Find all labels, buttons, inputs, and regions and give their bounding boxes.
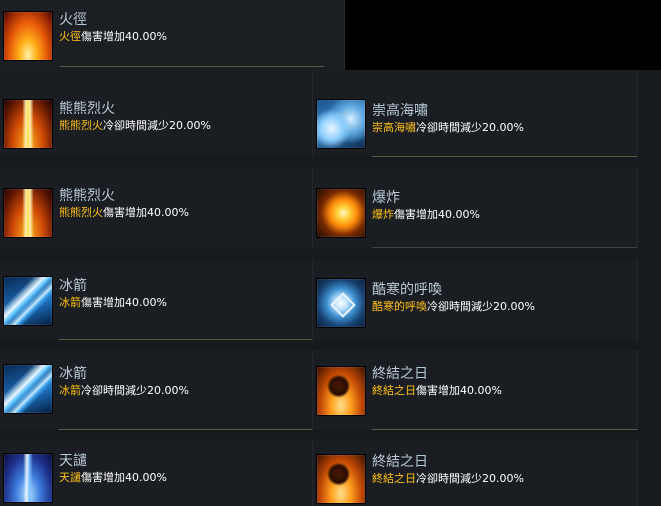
skill-card: 熊熊烈火 熊熊烈火傷害增加40.00% — [0, 168, 313, 248]
separator — [60, 66, 324, 67]
separator — [59, 339, 312, 340]
skill-card-fire-path: 火徑 火徑傷害增加40.00% — [0, 0, 345, 71]
skill-title: 酷寒的呼喚 — [372, 282, 442, 298]
skill-card: 崇高海嘯 崇高海嘯冷卻時間減少20.00% — [313, 70, 638, 157]
skill-card: 熊熊烈火 熊熊烈火冷卻時間減少20.00% — [0, 70, 313, 156]
effect-text: 傷害增加40.00% — [81, 296, 167, 309]
effect-text: 冷卻時間減少20.00% — [416, 121, 524, 134]
explosion-icon — [316, 188, 366, 238]
skill-card: 終結之日 終結之日傷害增加40.00% — [313, 350, 638, 430]
skill-name-highlight: 爆炸 — [372, 208, 394, 221]
heavens-wrath-icon — [3, 453, 53, 503]
skill-name-highlight: 熊熊烈火 — [59, 206, 103, 219]
effect-text: 冷卻時間減少20.00% — [103, 119, 211, 132]
skill-effect: 天譴傷害增加40.00% — [59, 471, 167, 485]
skill-name-highlight: 終結之日 — [372, 384, 416, 397]
skill-card: 天譴 天譴傷害增加40.00% — [0, 440, 313, 506]
snowflake-mark — [330, 292, 356, 318]
skill-effect: 爆炸傷害增加40.00% — [372, 208, 480, 222]
blazing-fire-icon — [3, 188, 53, 238]
effect-text: 傷害增加40.00% — [394, 208, 480, 221]
skill-card: 爆炸 爆炸傷害增加40.00% — [313, 168, 638, 248]
skill-effect: 終結之日冷卻時間減少20.00% — [372, 472, 524, 486]
skill-effect: 終結之日傷害增加40.00% — [372, 384, 502, 398]
skill-card: 冰箭 冰箭傷害增加40.00% — [0, 260, 313, 340]
skill-title: 火徑 — [59, 12, 87, 28]
ice-arrow-icon — [3, 364, 53, 414]
separator — [59, 429, 312, 430]
skill-name-highlight: 冰箭 — [59, 296, 81, 309]
effect-text: 冷卻時間減少20.00% — [427, 300, 535, 313]
skill-name-highlight: 酷寒的呼喚 — [372, 300, 427, 313]
skill-title: 終結之日 — [372, 454, 428, 470]
skill-effect: 熊熊烈火傷害增加40.00% — [59, 206, 189, 220]
skill-card: 終結之日 終結之日冷卻時間減少20.00% — [313, 440, 638, 506]
tsunami-icon — [316, 99, 366, 149]
skill-effect: 酷寒的呼喚冷卻時間減少20.00% — [372, 300, 535, 314]
skill-effect: 火徑傷害增加40.00% — [59, 30, 167, 44]
skill-name-highlight: 崇高海嘯 — [372, 121, 416, 134]
effect-text: 傷害增加40.00% — [416, 384, 502, 397]
separator — [372, 247, 637, 248]
skill-name-highlight: 天譴 — [59, 471, 81, 484]
skill-title: 冰箭 — [59, 278, 87, 294]
skill-name-highlight: 冰箭 — [59, 384, 81, 397]
skill-effect: 冰箭冷卻時間減少20.00% — [59, 384, 189, 398]
skill-title: 終結之日 — [372, 366, 428, 382]
ice-arrow-icon — [3, 276, 53, 326]
doomsday-icon — [316, 454, 366, 504]
frost-call-icon — [316, 278, 366, 328]
effect-text: 冷卻時間減少20.00% — [81, 384, 189, 397]
skill-title: 熊熊烈火 — [59, 188, 115, 204]
skill-card: 酷寒的呼喚 酷寒的呼喚冷卻時間減少20.00% — [313, 260, 638, 340]
skill-effect: 崇高海嘯冷卻時間減少20.00% — [372, 121, 524, 135]
blazing-fire-icon — [3, 99, 53, 149]
skill-title: 熊熊烈火 — [59, 101, 115, 117]
skill-name-highlight: 熊熊烈火 — [59, 119, 103, 132]
fire-path-icon — [3, 11, 53, 61]
skill-title: 冰箭 — [59, 366, 87, 382]
skill-grid: 熊熊烈火 熊熊烈火冷卻時間減少20.00% 崇高海嘯 崇高海嘯冷卻時間減少20.… — [0, 70, 661, 506]
skill-title: 天譴 — [59, 453, 87, 469]
separator — [372, 429, 637, 430]
separator — [372, 156, 637, 157]
skill-card: 冰箭 冰箭冷卻時間減少20.00% — [0, 350, 313, 430]
effect-text: 傷害增加40.00% — [81, 471, 167, 484]
skill-title: 崇高海嘯 — [372, 103, 428, 119]
skill-effect: 冰箭傷害增加40.00% — [59, 296, 167, 310]
skill-title: 爆炸 — [372, 190, 400, 206]
effect-text: 傷害增加40.00% — [81, 30, 167, 43]
doomsday-icon — [316, 366, 366, 416]
skill-name-highlight: 終結之日 — [372, 472, 416, 485]
skill-name-highlight: 火徑 — [59, 30, 81, 43]
effect-text: 冷卻時間減少20.00% — [416, 472, 524, 485]
effect-text: 傷害增加40.00% — [103, 206, 189, 219]
skill-effect: 熊熊烈火冷卻時間減少20.00% — [59, 119, 211, 133]
